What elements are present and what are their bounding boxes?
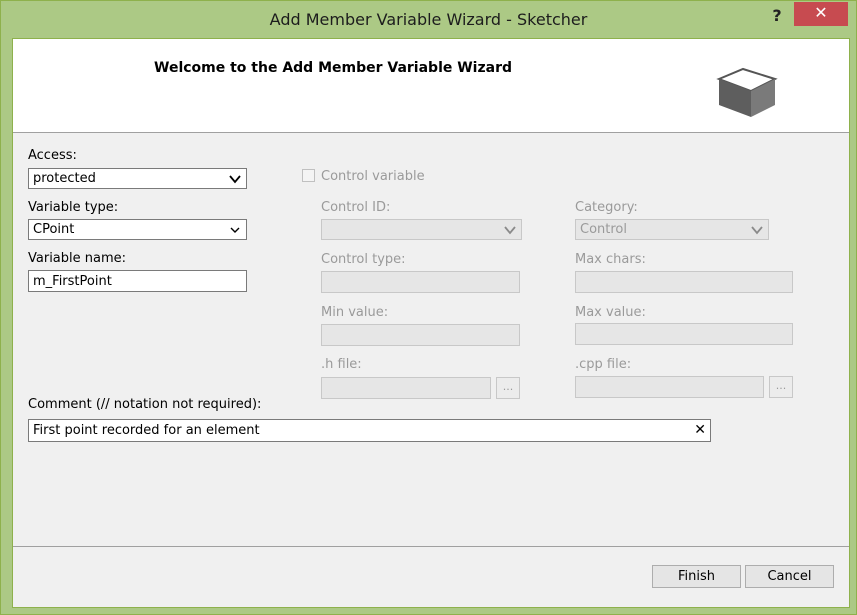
variable-type-value: CPoint bbox=[33, 222, 75, 237]
finish-button[interactable]: Finish bbox=[652, 565, 741, 588]
chevron-down-icon bbox=[751, 226, 763, 235]
variable-type-label: Variable type: bbox=[28, 200, 119, 215]
h-file-browse-button[interactable]: ... bbox=[496, 377, 520, 399]
comment-label: Comment (// notation not required): bbox=[28, 397, 262, 412]
cpp-file-label: .cpp file: bbox=[575, 357, 632, 372]
control-id-label: Control ID: bbox=[321, 200, 391, 215]
wizard-box-icon bbox=[713, 65, 779, 125]
variable-type-combobox[interactable]: CPoint bbox=[28, 219, 247, 240]
chevron-down-icon bbox=[229, 175, 241, 184]
wizard-window: Add Member Variable Wizard - Sketcher ? … bbox=[0, 0, 857, 615]
max-value-input[interactable] bbox=[575, 323, 793, 345]
control-type-input[interactable] bbox=[321, 271, 520, 293]
variable-name-label: Variable name: bbox=[28, 251, 127, 266]
comment-value: First point recorded for an element bbox=[33, 423, 260, 438]
category-label: Category: bbox=[575, 200, 638, 215]
dialog-client-area: Welcome to the Add Member Variable Wizar… bbox=[12, 38, 850, 608]
control-type-label: Control type: bbox=[321, 252, 406, 267]
control-variable-checkbox[interactable] bbox=[302, 169, 315, 182]
variable-name-value: m_FirstPoint bbox=[33, 274, 112, 289]
help-button[interactable]: ? bbox=[766, 5, 788, 27]
cpp-file-input[interactable] bbox=[575, 376, 764, 398]
h-file-input[interactable] bbox=[321, 377, 491, 399]
min-value-label: Min value: bbox=[321, 305, 389, 320]
category-value: Control bbox=[580, 222, 627, 237]
category-combobox[interactable]: Control bbox=[575, 219, 769, 240]
clear-icon[interactable]: ✕ bbox=[694, 422, 706, 438]
wizard-header-title: Welcome to the Add Member Variable Wizar… bbox=[154, 60, 513, 76]
access-combobox[interactable]: protected bbox=[28, 168, 247, 189]
max-value-label: Max value: bbox=[575, 305, 646, 320]
chevron-down-icon bbox=[230, 227, 240, 233]
min-value-input[interactable] bbox=[321, 324, 520, 346]
h-file-label: .h file: bbox=[321, 357, 362, 372]
access-label: Access: bbox=[28, 148, 77, 163]
variable-name-input[interactable]: m_FirstPoint bbox=[28, 270, 247, 292]
chevron-down-icon bbox=[504, 226, 516, 235]
wizard-header: Welcome to the Add Member Variable Wizar… bbox=[13, 39, 849, 133]
window-title: Add Member Variable Wizard - Sketcher bbox=[269, 10, 588, 29]
access-value: protected bbox=[33, 171, 96, 186]
max-chars-input[interactable] bbox=[575, 271, 793, 293]
title-bar[interactable]: Add Member Variable Wizard - Sketcher ? … bbox=[1, 1, 856, 38]
comment-input[interactable]: First point recorded for an element ✕ bbox=[28, 419, 711, 442]
cpp-file-browse-button[interactable]: ... bbox=[769, 376, 793, 398]
close-button[interactable]: ✕ bbox=[794, 2, 848, 26]
control-variable-label: Control variable bbox=[321, 169, 425, 184]
cancel-button[interactable]: Cancel bbox=[745, 565, 834, 588]
max-chars-label: Max chars: bbox=[575, 252, 646, 267]
control-id-combobox[interactable] bbox=[321, 219, 522, 240]
footer-divider bbox=[13, 546, 849, 547]
